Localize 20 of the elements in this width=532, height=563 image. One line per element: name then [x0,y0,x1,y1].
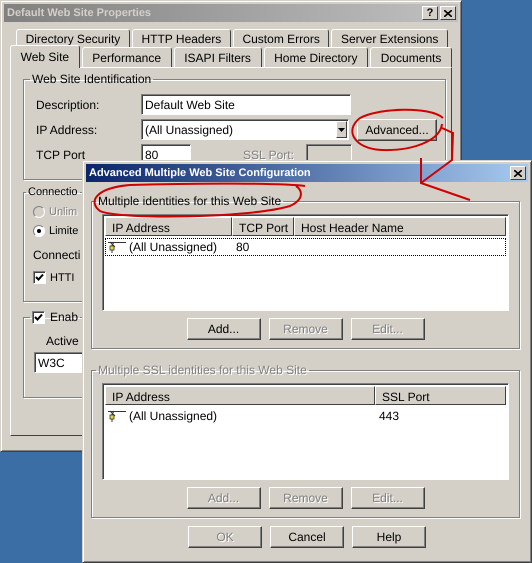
radio-label: Unlim [49,206,78,218]
field-label: TCP Port [36,148,86,162]
group-title: Multiple identities for this Web Site [97,194,282,208]
checkbox-label: Enab [50,310,78,324]
checkbox-label: HTTI [50,272,74,284]
field-label: Connecti [33,248,82,262]
table-cell: 80 [236,240,250,254]
table-cell: (All Unassigned) [129,240,218,254]
field-label: SSL Port: [243,148,294,162]
field-label: Active [46,334,80,348]
radio-label: Limite [49,224,78,236]
field-label: Description: [36,98,100,112]
table-cell: 443 [379,409,400,423]
group-title: Web Site Identification [31,72,152,86]
group-title: Multiple SSL identities for this Web Site [97,363,308,377]
field-label: IP Address: [36,122,98,136]
window-title: Default Web Site Properties [7,7,152,19]
group-title: Connectio [27,186,79,198]
table-cell: (All Unassigned) [129,409,218,423]
window-title: Advanced Multiple Web Site Configuration [89,167,312,179]
